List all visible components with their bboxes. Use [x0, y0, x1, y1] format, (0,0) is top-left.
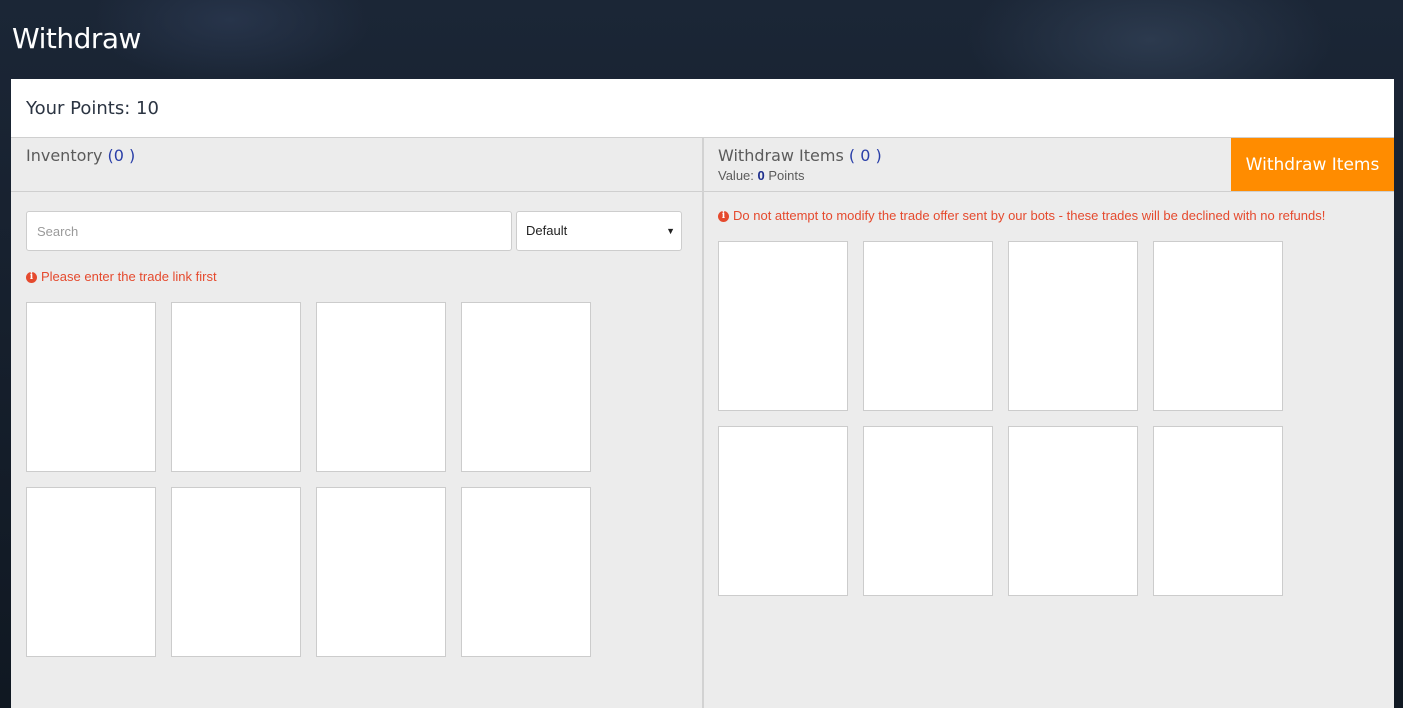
withdraw-item-slot[interactable] [1008, 426, 1138, 596]
withdraw-value-label: Value: [718, 168, 754, 183]
withdraw-item-slot[interactable] [1153, 241, 1283, 411]
trade-warning-alert-text: Do not attempt to modify the trade offer… [733, 208, 1326, 223]
withdraw-item-slot[interactable] [1008, 241, 1138, 411]
inventory-title: Inventory (0 ) [26, 146, 135, 166]
inventory-title-label: Inventory [26, 146, 103, 165]
withdraw-count-close: ) [875, 146, 882, 165]
sort-select-value: Default [526, 223, 568, 238]
trade-warning-alert: i Do not attempt to modify the trade off… [718, 208, 1325, 224]
withdraw-value: Value: 0 Points [718, 168, 805, 184]
points-bar: Your Points: 10 [11, 79, 1394, 138]
inventory-item-slot[interactable] [171, 302, 301, 472]
withdraw-title-label: Withdraw Items [718, 146, 844, 165]
inventory-item-slot[interactable] [461, 487, 591, 657]
page-title: Withdraw [12, 22, 141, 55]
inventory-item-slot[interactable] [461, 302, 591, 472]
chevron-down-icon: ▼ [666, 226, 675, 236]
trade-link-alert: i Please enter the trade link first [26, 269, 217, 285]
withdraw-items-button[interactable]: Withdraw Items [1231, 138, 1394, 191]
withdraw-item-slot[interactable] [1153, 426, 1283, 596]
info-icon: i [26, 271, 37, 283]
inventory-count-close: ) [129, 146, 136, 165]
trade-link-alert-text: Please enter the trade link first [41, 269, 217, 284]
withdraw-value-unit: Points [768, 168, 805, 183]
withdraw-item-slot[interactable] [863, 241, 993, 411]
inventory-item-slot[interactable] [26, 302, 156, 472]
withdraw-item-slot[interactable] [863, 426, 993, 596]
withdraw-item-slot[interactable] [718, 426, 848, 596]
withdraw-column: Withdraw Items ( 0 ) Value: 0 Points Wit… [704, 138, 1394, 708]
inventory-grid [26, 302, 591, 657]
inventory-column: Inventory (0 ) Default ▼ i Please enter … [11, 138, 704, 708]
inventory-header: Inventory (0 ) [11, 138, 702, 192]
withdraw-value-number: 0 [757, 168, 765, 183]
inventory-item-slot[interactable] [26, 487, 156, 657]
points-value: 10 [136, 98, 159, 119]
sort-select[interactable]: Default ▼ [516, 211, 682, 251]
withdraw-panel: Your Points: 10 Inventory (0 ) Default ▼… [11, 79, 1394, 708]
withdraw-grid [718, 241, 1283, 596]
inventory-count: 0 [113, 146, 124, 165]
inventory-item-slot[interactable] [316, 487, 446, 657]
inventory-item-slot[interactable] [171, 487, 301, 657]
withdraw-header: Withdraw Items ( 0 ) Value: 0 Points Wit… [704, 138, 1394, 192]
withdraw-title: Withdraw Items ( 0 ) [718, 146, 882, 166]
info-icon: i [718, 210, 729, 222]
search-input[interactable] [26, 211, 512, 251]
withdraw-count: 0 [860, 146, 871, 165]
points-label: Your Points: [26, 98, 131, 119]
withdraw-item-slot[interactable] [718, 241, 848, 411]
inventory-item-slot[interactable] [316, 302, 446, 472]
withdraw-count-open: ( [848, 146, 856, 165]
